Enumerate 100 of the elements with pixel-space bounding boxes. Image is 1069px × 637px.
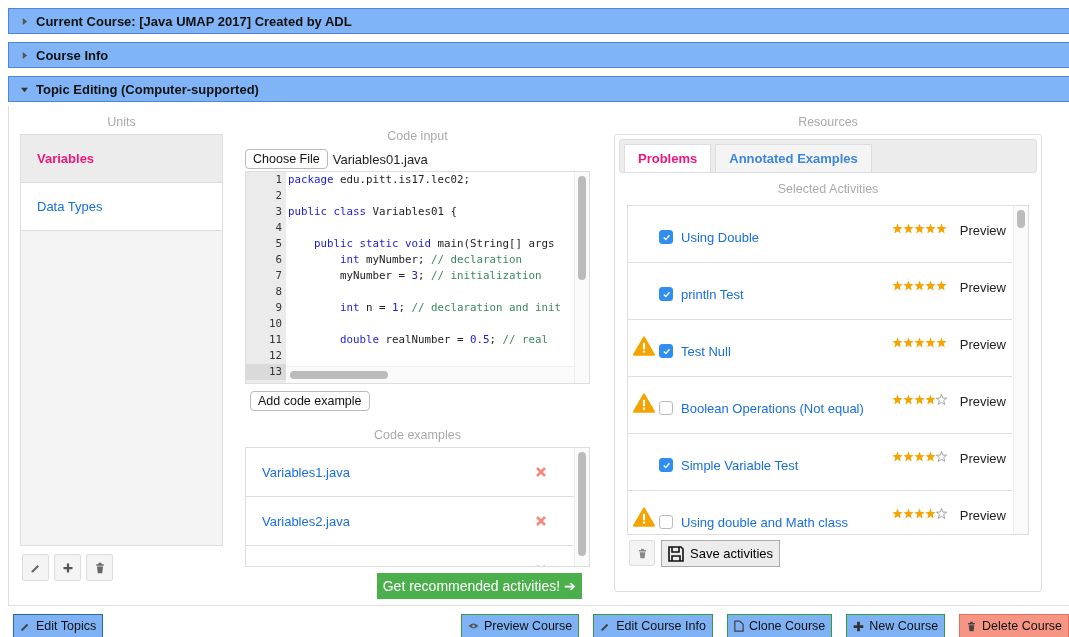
column-heading: Code input — [386, 128, 449, 145]
star-icon — [891, 394, 903, 405]
activity-link[interactable]: Boolean Operations (Not equal) — [681, 401, 892, 416]
star-icon — [902, 508, 914, 519]
horizontal-scrollbar[interactable] — [286, 366, 575, 383]
line-number: 13 — [246, 364, 286, 380]
footer-button[interactable]: Delete Course — [959, 614, 1069, 637]
preview-link[interactable]: Preview — [959, 508, 1006, 523]
tab[interactable]: Problems — [624, 144, 712, 172]
code-example-link[interactable]: Variables1.java — [262, 464, 350, 480]
checkmark-icon — [661, 289, 671, 299]
caret-icon — [21, 85, 28, 93]
star-icon — [924, 280, 936, 291]
plus-icon — [61, 561, 74, 574]
line-number: 5 — [274, 236, 283, 252]
line-number: 4 — [274, 220, 283, 236]
code-line: myNumber = 3; // initialization — [339, 268, 543, 284]
trash-icon — [636, 547, 648, 559]
star-icon — [913, 394, 925, 405]
footer-button[interactable]: Preview Course — [461, 614, 580, 637]
activity-link[interactable]: println Test — [681, 287, 892, 302]
vertical-scrollbar[interactable] — [574, 448, 589, 566]
star-icon — [924, 451, 936, 462]
star-icon — [935, 451, 947, 462]
code-editor[interactable] — [245, 171, 590, 384]
accordion-header[interactable]: Topic Editing (Computer-supported) — [8, 76, 1069, 102]
star-icon — [924, 394, 936, 405]
accordion-header[interactable]: Current Course: [Java UMAP 2017] Created by ADL — [8, 8, 1069, 34]
delete-button[interactable] — [629, 540, 655, 566]
caret-icon — [21, 51, 28, 59]
star-icon — [902, 223, 914, 234]
checkbox[interactable] — [659, 230, 673, 244]
delete-icon[interactable] — [535, 466, 547, 478]
checkmark-icon — [661, 460, 671, 470]
line-number: 6 — [274, 252, 283, 268]
choose-file-button[interactable]: Choose File — [245, 149, 328, 169]
star-icon — [902, 451, 914, 462]
star-icon — [935, 280, 947, 291]
checkbox[interactable] — [659, 515, 673, 529]
star-icon — [902, 337, 914, 348]
column-heading: Units — [106, 114, 137, 131]
line-number: 10 — [268, 316, 283, 332]
delete-icon[interactable] — [535, 515, 547, 527]
code-line: public class Variables01 { — [288, 204, 459, 220]
footer-button[interactable]: Edit Topics — [13, 614, 104, 637]
save-button[interactable]: Save activities — [661, 540, 781, 567]
checkmark-icon — [661, 346, 671, 356]
trash-icon — [93, 561, 106, 574]
accordion-header[interactable]: Course Info — [8, 42, 1069, 68]
line-number: 9 — [274, 300, 283, 316]
edit-button[interactable] — [22, 554, 49, 581]
star-icon — [891, 280, 903, 291]
star-icon — [902, 394, 914, 405]
preview-link[interactable]: Preview — [959, 280, 1006, 295]
star-icon — [935, 223, 947, 234]
checkbox[interactable] — [659, 344, 673, 358]
activity-link[interactable]: Simple Variable Test — [681, 458, 892, 473]
column-heading: Resources — [797, 114, 859, 131]
line-number: 1 — [274, 172, 283, 188]
line-number: 2 — [274, 188, 283, 204]
activity-link[interactable]: Using Double — [681, 230, 892, 245]
trash-icon — [966, 620, 978, 632]
activity-link[interactable]: Test Null — [681, 344, 892, 359]
vertical-scrollbar[interactable] — [574, 172, 589, 383]
code-example-link[interactable]: Variables2.java — [262, 513, 350, 529]
preview-link[interactable]: Preview — [959, 451, 1006, 466]
line-number: 12 — [268, 348, 283, 364]
column-heading: Code examples — [373, 427, 462, 444]
star-icon — [924, 337, 936, 348]
footer-button[interactable]: New Course — [846, 614, 946, 637]
star-icon — [913, 508, 925, 519]
star-icon — [924, 223, 936, 234]
star-icon — [924, 508, 936, 519]
add-button[interactable] — [54, 554, 81, 581]
star-icon — [935, 337, 947, 348]
star-icon — [913, 337, 925, 348]
footer-button[interactable]: Clone Course — [726, 614, 833, 637]
add-code-example-button[interactable]: Add code example — [250, 391, 370, 411]
delete-button[interactable] — [86, 554, 113, 581]
star-icon — [935, 508, 947, 519]
preview-link[interactable]: Preview — [959, 394, 1006, 409]
caret-icon — [21, 17, 28, 25]
line-number: 11 — [268, 332, 283, 348]
footer-button[interactable]: Edit Course Info — [593, 614, 713, 637]
star-icon — [891, 223, 903, 234]
activity-link[interactable]: Using double and Math class — [681, 515, 892, 530]
star-icon — [891, 508, 903, 519]
checkbox[interactable] — [659, 287, 673, 301]
section-heading: Selected Activities — [776, 181, 880, 198]
unit-item[interactable]: Data Types — [21, 183, 222, 231]
unit-item[interactable]: Variables — [21, 135, 222, 183]
eye-icon — [468, 622, 479, 630]
code-line: int myNumber; // declaration — [339, 252, 524, 268]
checkbox[interactable] — [659, 401, 673, 415]
preview-link[interactable]: Preview — [959, 337, 1006, 352]
star-icon — [913, 280, 925, 291]
checkbox[interactable] — [659, 458, 673, 472]
vertical-scrollbar[interactable] — [1013, 206, 1028, 534]
preview-link[interactable]: Preview — [959, 223, 1006, 238]
plus-icon — [853, 620, 865, 632]
